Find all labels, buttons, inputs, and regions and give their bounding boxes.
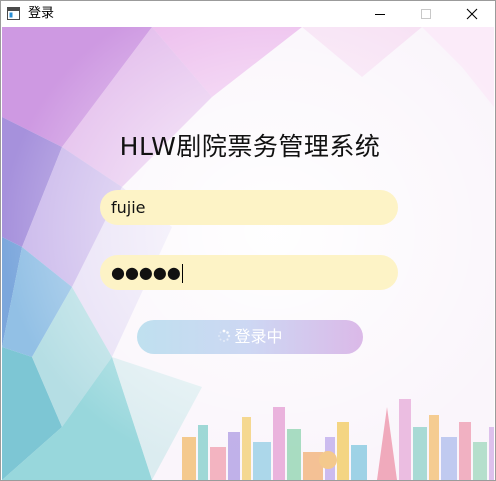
username-value: fujie	[111, 198, 146, 217]
maximize-button[interactable]	[403, 1, 449, 27]
app-heading: HLW剧院票务管理系统	[119, 132, 381, 161]
close-icon	[466, 8, 478, 20]
title-bar[interactable]: 登录	[1, 1, 495, 27]
app-window-icon	[7, 7, 20, 20]
username-input[interactable]: fujie	[100, 190, 398, 225]
password-value: ●●●●●	[111, 263, 181, 282]
loading-spinner-icon	[218, 329, 231, 342]
text-caret	[181, 264, 183, 283]
background-illustration	[2, 27, 494, 480]
minimize-icon	[375, 14, 385, 15]
login-button-label: 登录中	[234, 327, 283, 346]
maximize-icon	[421, 9, 431, 19]
login-button[interactable]: 登录中	[137, 320, 363, 354]
login-panel: HLW剧院票务管理系统 fujie ●●●●● 登录中	[2, 27, 494, 480]
login-window: 登录 HLW剧院票务管理系统 fujie ●●●●● 登录中	[0, 0, 496, 481]
close-button[interactable]	[449, 1, 495, 27]
window-title: 登录	[28, 6, 55, 21]
password-input[interactable]: ●●●●●	[100, 255, 398, 290]
minimize-button[interactable]	[357, 1, 403, 27]
